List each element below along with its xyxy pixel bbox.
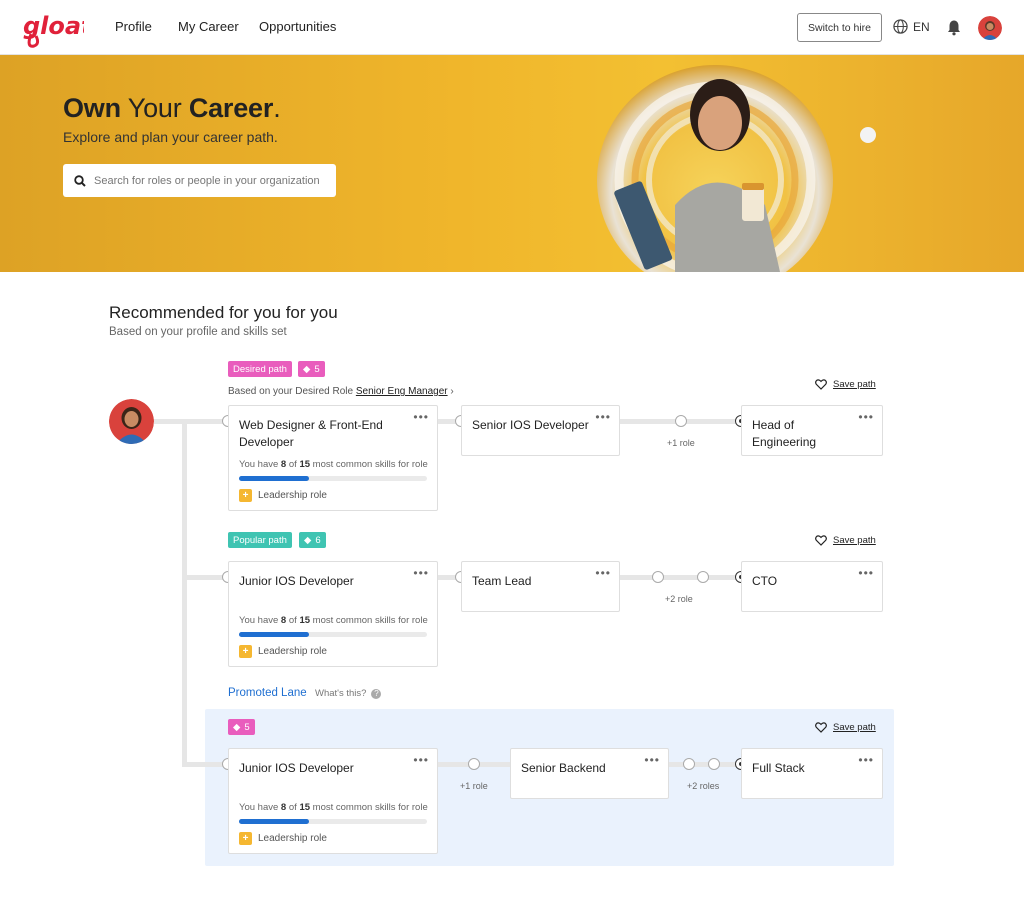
heart-icon: [815, 722, 827, 733]
role-title: Junior IOS Developer: [239, 761, 354, 775]
switch-to-hire-button[interactable]: Switch to hire: [797, 13, 882, 42]
role-title: Senior Backend: [521, 761, 606, 775]
more-icon[interactable]: •••: [595, 410, 611, 424]
search-input[interactable]: Search for roles or people in your organ…: [63, 164, 336, 197]
nav-my-career[interactable]: My Career: [178, 19, 239, 34]
section-subtitle: Based on your profile and skills set: [109, 326, 287, 338]
more-icon[interactable]: •••: [413, 566, 429, 580]
leadership-badge: + Leadership role: [239, 489, 327, 502]
roles-gap-label: +1 role: [667, 438, 695, 448]
save-path-button[interactable]: Save path: [815, 535, 876, 546]
path-count-badge: ◆ 5: [298, 361, 325, 377]
popular-path-tag: Popular path: [228, 532, 292, 548]
role-title: Web Designer & Front-End Developer: [239, 418, 383, 449]
hero-subtitle: Explore and plan your career path.: [63, 129, 278, 145]
role-card[interactable]: Full Stack •••: [741, 748, 883, 799]
star-icon: +: [239, 489, 252, 502]
skills-progress-fill: [239, 476, 309, 481]
skills-progress-fill: [239, 819, 309, 824]
path-node: [708, 758, 720, 770]
roles-gap-label: +1 role: [460, 781, 488, 791]
logo-text: gloat: [23, 12, 84, 40]
language-label: EN: [913, 19, 930, 34]
user-avatar: [109, 399, 154, 444]
path-count-badge: ◆ 5: [228, 719, 255, 735]
route-icon: ◆: [303, 363, 311, 375]
role-card[interactable]: Senior IOS Developer •••: [461, 405, 620, 456]
role-title: Head of Engineering: [752, 418, 817, 449]
role-title: Team Lead: [472, 574, 532, 588]
desired-path-tag: Desired path: [228, 361, 292, 377]
skills-text: You have 8 of 15 most common skills for …: [239, 459, 428, 470]
more-icon[interactable]: •••: [858, 566, 874, 580]
globe-icon: [893, 19, 908, 34]
roles-gap-label: +2 roles: [687, 781, 720, 791]
search-icon: [74, 174, 86, 187]
top-header: gloat Profile My Career Opportunities Sw…: [0, 0, 1024, 55]
star-icon: +: [239, 832, 252, 845]
roles-gap-label: +2 role: [665, 594, 693, 604]
skills-progress-bar: [239, 632, 427, 637]
search-placeholder: Search for roles or people in your organ…: [94, 174, 320, 187]
path-node: [675, 415, 687, 427]
leadership-badge: + Leadership role: [239, 645, 327, 658]
connector-line: [669, 762, 740, 767]
role-card[interactable]: CTO •••: [741, 561, 883, 612]
path-node: [652, 571, 664, 583]
promoted-lane-title: Promoted Lane: [228, 687, 307, 699]
nav-profile[interactable]: Profile: [115, 19, 152, 34]
more-icon[interactable]: •••: [858, 753, 874, 767]
role-title: Full Stack: [752, 761, 805, 775]
heart-icon: [815, 379, 827, 390]
gloat-logo[interactable]: gloat: [22, 8, 84, 50]
connector-line: [620, 575, 740, 580]
star-icon: +: [239, 645, 252, 658]
role-card[interactable]: Junior IOS Developer ••• You have 8 of 1…: [228, 561, 438, 667]
skills-text: You have 8 of 15 most common skills for …: [239, 615, 428, 626]
hero-banner: Own Your Career. Explore and plan your c…: [0, 55, 1024, 272]
role-card[interactable]: Senior Backend •••: [510, 748, 669, 799]
role-title: Junior IOS Developer: [239, 574, 354, 588]
role-card[interactable]: Web Designer & Front-End Developer ••• Yo…: [228, 405, 438, 511]
save-path-button[interactable]: Save path: [815, 379, 876, 390]
skills-progress-bar: [239, 819, 427, 824]
hero-illustration: [597, 65, 876, 272]
more-icon[interactable]: •••: [644, 753, 660, 767]
path-node: [683, 758, 695, 770]
role-card[interactable]: Junior IOS Developer ••• You have 8 of 1…: [228, 748, 438, 854]
heart-icon: [815, 535, 827, 546]
skills-progress-fill: [239, 632, 309, 637]
role-card[interactable]: Team Lead •••: [461, 561, 620, 612]
skills-text: You have 8 of 15 most common skills for …: [239, 802, 428, 813]
based-on-text: Based on your Desired Role Senior Eng Ma…: [228, 386, 454, 397]
more-icon[interactable]: •••: [858, 410, 874, 424]
skills-progress-bar: [239, 476, 427, 481]
section-title: Recommended for you for you: [109, 303, 338, 322]
leadership-badge: + Leadership role: [239, 832, 327, 845]
role-card[interactable]: Head of Engineering •••: [741, 405, 883, 456]
connector-line: [154, 419, 228, 424]
route-icon: ◆: [304, 534, 312, 546]
bell-icon[interactable]: [946, 19, 962, 36]
more-icon[interactable]: •••: [413, 410, 429, 424]
route-icon: ◆: [233, 721, 241, 733]
desired-role-link[interactable]: Senior Eng Manager: [356, 386, 448, 397]
role-title: Senior IOS Developer: [472, 418, 589, 432]
path-count-badge: ◆ 6: [299, 532, 326, 548]
role-title: CTO: [752, 574, 778, 588]
whats-this-link[interactable]: What's this? ?: [315, 688, 382, 699]
tree-trunk: [182, 709, 187, 764]
hero-title: Own Your Career.: [63, 93, 281, 123]
help-icon: ?: [371, 688, 382, 699]
more-icon[interactable]: •••: [413, 753, 429, 767]
path-node: [468, 758, 480, 770]
chevron-right-icon: ›: [450, 386, 454, 397]
path-node: [697, 571, 709, 583]
save-path-button[interactable]: Save path: [815, 722, 876, 733]
language-selector[interactable]: EN: [893, 19, 930, 34]
nav-opportunities[interactable]: Opportunities: [259, 19, 336, 34]
user-avatar-header[interactable]: [978, 16, 1002, 40]
more-icon[interactable]: •••: [595, 566, 611, 580]
